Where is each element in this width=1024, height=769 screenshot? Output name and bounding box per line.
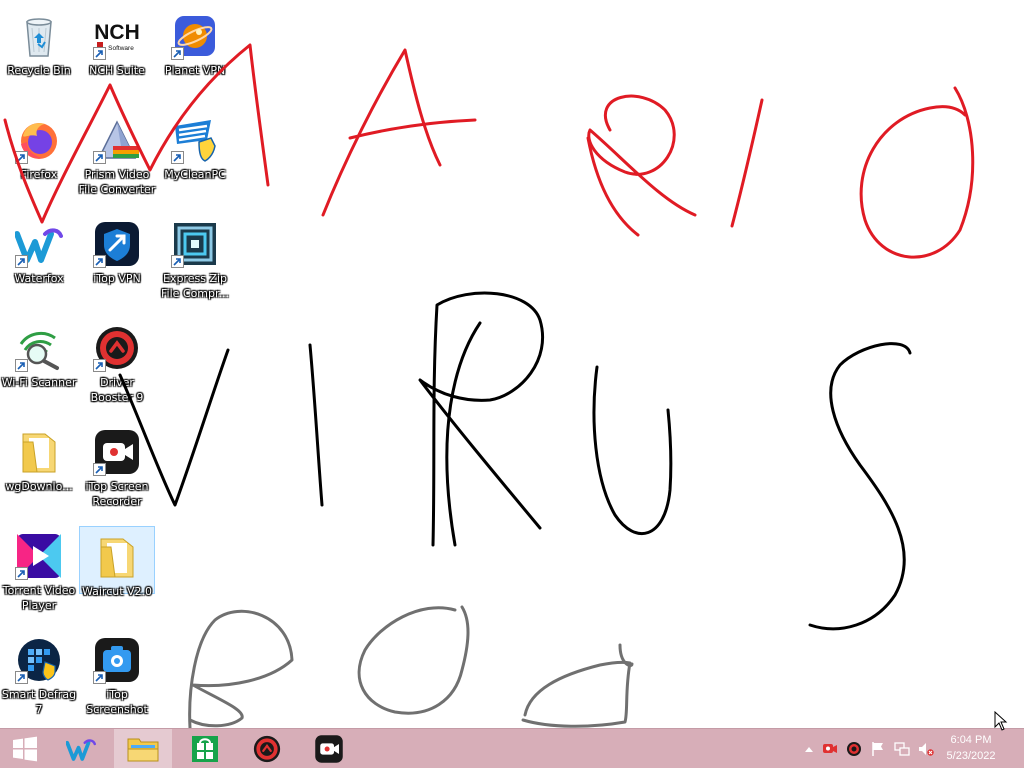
itop-screen-recorder-icon [93, 428, 141, 476]
nch-suite-icon: NCH Software [93, 12, 141, 60]
desktop-icon-smart-defrag[interactable]: Smart Defrag 7 [1, 630, 77, 717]
driver-booster-icon [93, 324, 141, 372]
desktop-icon-driver-booster[interactable]: Driver Booster 9 [79, 318, 155, 405]
icon-label: Planet VPN [164, 64, 226, 77]
icon-label: iTop Screenshot [86, 688, 148, 716]
tray-driver-booster-icon[interactable] [846, 741, 862, 757]
icon-label: Prism Video File Converter [78, 168, 156, 196]
desktop-icon-itop-screenshot[interactable]: iTop Screenshot [79, 630, 155, 717]
desktop-icon-recycle-bin[interactable]: Recycle Bin [1, 6, 77, 78]
icon-label: MyCleanPC [164, 168, 226, 181]
desktop-icon-wifi-scanner[interactable]: Wi-Fi Scanner [1, 318, 77, 390]
icon-label: Torrent Video Player [2, 584, 76, 612]
desktop-icon-prism-video-converter[interactable]: Prism Video File Converter [79, 110, 155, 197]
clock-date: 5/23/2022 [946, 750, 996, 762]
start-button[interactable] [0, 729, 50, 769]
itop-screen-recorder-icon [315, 735, 343, 763]
icon-label: Firefox [20, 168, 58, 181]
shortcut-arrow-icon [15, 567, 28, 580]
store-icon [192, 736, 218, 762]
shortcut-arrow-icon [15, 671, 28, 684]
desktop-icon-wgdownlo[interactable]: wgDownlo... [1, 422, 77, 494]
desktop-icon-nch-suite[interactable]: NCH Software NCH Suite [79, 6, 155, 78]
taskbar-waterfox-button[interactable] [52, 729, 110, 769]
shortcut-arrow-icon [171, 151, 184, 164]
taskbar-file-explorer-button[interactable] [114, 729, 172, 769]
itop-vpn-icon [93, 220, 141, 268]
taskbar-store-button[interactable] [176, 729, 234, 769]
desktop-icon-firefox[interactable]: Firefox [1, 110, 77, 182]
desktop-icon-torrent-video-player[interactable]: Torrent Video Player [1, 526, 77, 613]
icon-label: wgDownlo... [5, 480, 73, 493]
desktop-icon-planet-vpn[interactable]: Planet VPN [157, 6, 233, 78]
wifi-scanner-icon [15, 324, 63, 372]
shortcut-arrow-icon [93, 671, 106, 684]
torrent-video-player-icon [15, 532, 63, 580]
show-hidden-icons-button[interactable] [804, 741, 814, 757]
taskbar-itop-screen-recorder-button[interactable] [300, 729, 358, 769]
icon-label: NCH Suite [89, 64, 145, 77]
icon-label: iTop VPN [93, 272, 141, 285]
desktop-icon-waterfox[interactable]: Waterfox [1, 214, 77, 286]
system-tray [804, 729, 942, 769]
shortcut-arrow-icon [171, 47, 184, 60]
icon-label: Waterfox [14, 272, 64, 285]
folder-icon [15, 428, 63, 476]
firefox-icon [15, 116, 63, 164]
planet-vpn-icon [171, 12, 219, 60]
icon-label: Driver Booster 9 [90, 376, 144, 404]
action-center-flag-icon[interactable] [870, 741, 886, 757]
icon-label: Recycle Bin [7, 64, 71, 77]
shortcut-arrow-icon [93, 463, 106, 476]
network-icon[interactable] [894, 741, 910, 757]
black-scribble-strokes [118, 291, 912, 631]
desktop: Recycle Bin NCH Software NCH Suite Plane… [0, 0, 1024, 728]
waterfox-icon [66, 739, 96, 761]
folder-icon [93, 533, 141, 581]
clock-time: 6:04 PM [950, 734, 992, 746]
clock[interactable]: 6:04 PM 5/23/2022 [936, 732, 1006, 764]
mouse-pointer-icon [994, 711, 1008, 731]
driver-booster-icon [253, 735, 281, 763]
taskbar-driver-booster-button[interactable] [238, 729, 296, 769]
mycleanpc-icon [171, 116, 219, 164]
desktop-icon-itop-vpn[interactable]: iTop VPN [79, 214, 155, 286]
taskbar: 6:04 PM 5/23/2022 [0, 728, 1024, 769]
shortcut-arrow-icon [93, 359, 106, 372]
nch-logo-subtext: Software [108, 45, 134, 52]
desktop-icon-express-zip[interactable]: Express Zip File Compr... [157, 214, 233, 301]
icon-label: Express Zip File Compr... [160, 272, 229, 300]
shortcut-arrow-icon [93, 255, 106, 268]
icon-label: Waircut V2.0 [81, 585, 153, 598]
desktop-icon-waircut[interactable]: Waircut V2.0 [79, 526, 155, 598]
nch-logo-text: NCH [94, 21, 140, 44]
shortcut-arrow-icon [93, 151, 106, 164]
shortcut-arrow-icon [15, 255, 28, 268]
gray-scribble-strokes [188, 605, 634, 728]
icon-label: Smart Defrag 7 [1, 688, 77, 716]
shortcut-arrow-icon [15, 151, 28, 164]
desktop-icon-itop-screen-recorder[interactable]: iTop Screen Recorder [79, 422, 155, 509]
itop-screenshot-icon [93, 636, 141, 684]
recycle-bin-icon [15, 12, 63, 60]
file-explorer-icon [127, 738, 159, 762]
waterfox-icon [15, 220, 63, 268]
tray-itop-recorder-icon[interactable] [822, 741, 838, 757]
volume-muted-icon[interactable] [918, 741, 934, 757]
smart-defrag-icon [15, 636, 63, 684]
icon-label: Wi-Fi Scanner [1, 376, 77, 389]
windows-logo-icon [13, 736, 37, 762]
prism-video-converter-icon [93, 116, 141, 164]
shortcut-arrow-icon [15, 359, 28, 372]
shortcut-arrow-icon [171, 255, 184, 268]
icon-label: iTop Screen Recorder [85, 480, 149, 508]
shortcut-arrow-icon [93, 47, 106, 60]
chevron-up-icon [805, 747, 813, 752]
express-zip-icon [171, 220, 219, 268]
desktop-icon-mycleanpc[interactable]: MyCleanPC [157, 110, 233, 182]
